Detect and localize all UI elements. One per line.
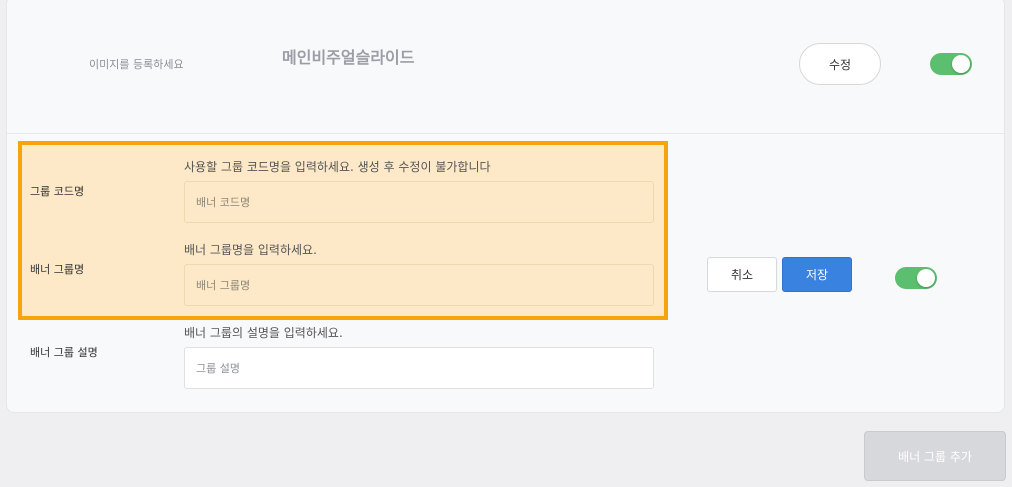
new-group-active-toggle[interactable] [895,267,937,289]
group-description-input[interactable] [184,347,654,389]
edit-button[interactable]: 수정 [799,43,881,85]
group-description-help: 배너 그룹의 설명을 입력하세요. [184,326,343,340]
toggle-knob [917,269,935,287]
group-code-help: 사용할 그룹 코드명을 입력하세요. 생성 후 수정이 불가합니다 [184,160,491,174]
save-button[interactable]: 저장 [782,257,852,292]
toggle-knob [952,55,970,73]
group-title: 메인비주얼슬라이드 [282,48,415,67]
group-code-label: 그룹 코드명 [30,185,85,198]
image-placeholder-hint[interactable]: 이미지를 등록하세요 [89,56,184,72]
cancel-button[interactable]: 취소 [707,257,777,292]
group-active-toggle[interactable] [930,53,972,75]
add-banner-group-button[interactable]: 배너 그룹 추가 [864,431,1006,481]
group-name-input[interactable] [184,264,654,306]
row-divider [7,133,1004,134]
group-name-help: 배너 그룹명을 입력하세요. [184,243,317,257]
group-name-label: 배너 그룹명 [30,263,85,276]
group-description-label: 배너 그룹 설명 [30,346,98,359]
group-code-input[interactable] [184,181,654,223]
